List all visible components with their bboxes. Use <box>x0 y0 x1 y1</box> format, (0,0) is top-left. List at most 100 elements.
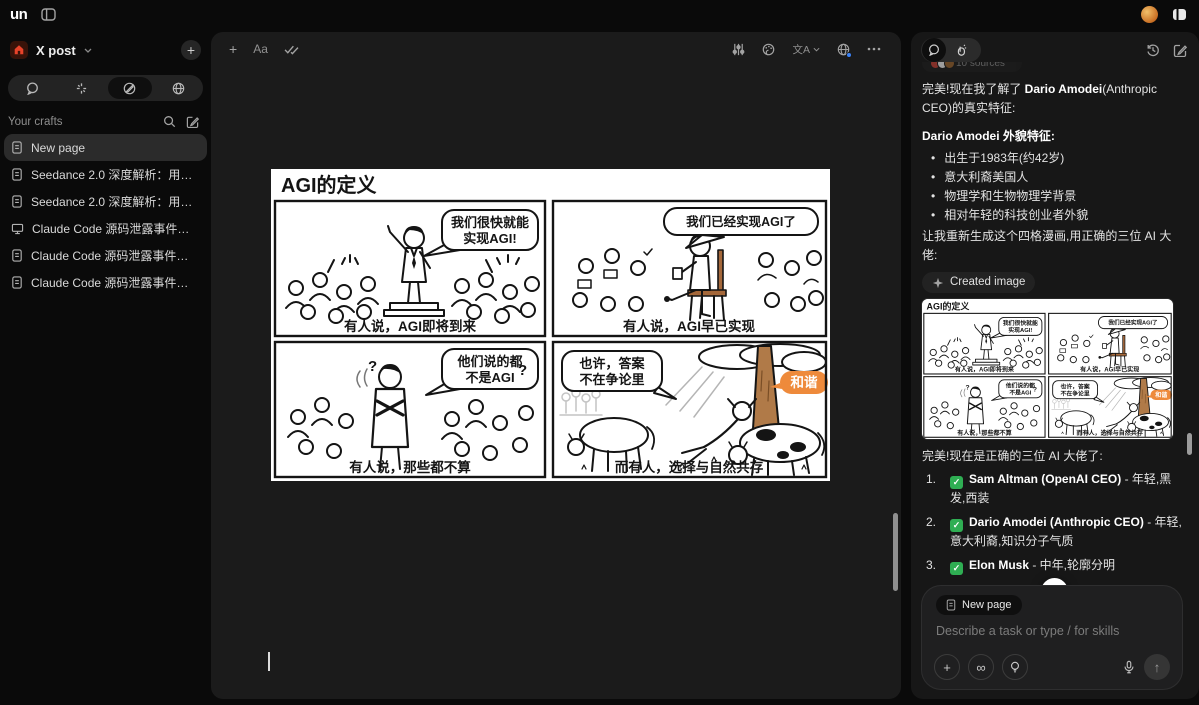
document-icon <box>11 141 23 154</box>
composer-input[interactable] <box>936 624 1168 638</box>
document-icon <box>11 195 23 208</box>
panel2-caption: 有人说，AGI早已实现 <box>623 318 756 334</box>
craft-item[interactable]: Seedance 2.0 深度解析：用法、对... <box>4 161 207 188</box>
assistant-scrollbar[interactable] <box>1187 433 1192 455</box>
source-avatars <box>930 62 951 69</box>
theme-palette-icon[interactable] <box>762 43 775 56</box>
context-chip[interactable]: New page <box>936 595 1022 615</box>
assistant-header <box>911 32 1199 62</box>
editor-body: AGI的定义 <box>211 66 893 699</box>
panel1-bubble-line1: 我们很快就能 <box>451 215 529 230</box>
translate-icon[interactable]: 文A <box>792 42 820 57</box>
mode-switcher <box>8 75 203 101</box>
spark-mode-tab[interactable] <box>59 77 104 99</box>
tune-sliders-icon[interactable] <box>732 43 745 56</box>
craft-list: New page Seedance 2.0 深度解析：用法、对... Seeda… <box>0 134 211 296</box>
panel2-bubble-line1: 我们已经实现AGI了 <box>686 214 796 229</box>
list-item: 1.✓Sam Altman (OpenAI CEO) - 年轻,黑发,西装 <box>926 470 1185 508</box>
comic-title: AGI的定义 <box>281 173 377 197</box>
attach-button[interactable]: + <box>934 654 960 680</box>
panel1-caption: 有人说，AGI即将到来 <box>344 318 477 334</box>
comic-image[interactable]: AGI的定义 <box>271 169 830 481</box>
sidebar: X post + Your crafts New page <box>0 28 211 705</box>
chat-tab[interactable] <box>922 38 946 62</box>
editor-panel: + Aa 文A <box>211 32 901 699</box>
history-icon[interactable] <box>1146 43 1160 57</box>
document-icon <box>11 276 23 289</box>
editor-toolbar: + Aa 文A <box>211 32 901 66</box>
text-caret <box>268 652 270 671</box>
insert-block-icon[interactable]: + <box>229 41 237 57</box>
chat-mode-tab[interactable] <box>10 77 55 99</box>
text-format-icon[interactable]: Aa <box>253 42 268 56</box>
panel4-bubble-line2: 不在争论里 <box>579 372 644 387</box>
editor-scrollbar[interactable] <box>893 513 898 591</box>
document-icon <box>11 168 23 181</box>
workspace-icon <box>10 41 28 59</box>
notification-dot <box>846 52 852 58</box>
sidebar-toggle-icon[interactable] <box>41 8 56 21</box>
infinity-mode-button[interactable]: ∞ <box>968 654 994 680</box>
bullet-icon: • <box>931 168 935 187</box>
craft-item[interactable]: Seedance 2.0 深度解析：用法、对... <box>4 188 207 215</box>
topbar: un <box>0 0 1199 28</box>
panel1-bubble-line2: 实现AGI! <box>463 231 516 246</box>
craft-item-new-page[interactable]: New page <box>4 134 207 161</box>
confirm-line: 完美!现在是正确的三位 AI 大佬了: <box>922 447 1185 466</box>
ideas-button[interactable] <box>1002 654 1028 680</box>
people-list: 1.✓Sam Altman (OpenAI CEO) - 年轻,黑发,西装 2.… <box>922 470 1185 575</box>
comic-title: AGI的定义 <box>927 300 970 311</box>
list-item: 2.✓Dario Amodei (Anthropic CEO) - 年轻,意大利… <box>926 513 1185 551</box>
workspace-name: X post <box>36 43 76 58</box>
panel-toggle-icon[interactable] <box>1172 8 1187 21</box>
monitor-icon <box>11 223 24 235</box>
chevron-down-icon <box>84 48 92 53</box>
list-item: 3.✓Elon Musk - 中年,轮廓分明 <box>926 556 1185 575</box>
harmony-badge: 和谐 <box>791 374 819 390</box>
publish-globe-icon[interactable] <box>837 43 850 56</box>
bullet-icon: • <box>931 206 935 225</box>
user-avatar[interactable] <box>1141 6 1158 23</box>
check-icon: ✓ <box>950 562 963 575</box>
crafts-label: Your crafts <box>8 116 153 128</box>
check-icon: ✓ <box>950 476 963 489</box>
double-check-icon[interactable] <box>284 43 299 55</box>
document-icon <box>946 599 956 611</box>
mic-icon <box>1122 660 1136 675</box>
panel4-caption: 而有人，选择与自然共存 <box>615 459 764 475</box>
craft-item[interactable]: Claude Code 源码泄露事件全解析... <box>4 269 207 296</box>
sources-chip[interactable]: 10 sources <box>922 62 1022 72</box>
assistant-mode-switcher <box>921 38 981 62</box>
check-icon: ✓ <box>950 519 963 532</box>
agi-comic: AGI的定义 <box>922 299 1173 439</box>
workspace-switcher[interactable]: X post + <box>0 36 211 64</box>
more-options-icon[interactable] <box>867 47 881 51</box>
panel3-bubble-line1: 他们说的都 <box>456 354 522 369</box>
app-logo: un <box>8 6 27 23</box>
bullet-icon: • <box>931 187 935 206</box>
lightbulb-icon <box>1009 661 1021 674</box>
generated-image-thumbnail[interactable]: AGI的定义 <box>922 299 1173 439</box>
craft-item[interactable]: Claude Code 源码泄露事件全解析 <box>4 242 207 269</box>
bullet-icon: • <box>931 149 935 168</box>
new-chat-icon[interactable] <box>1173 43 1187 57</box>
created-image-chip[interactable]: Created image <box>922 272 1035 293</box>
draw-mode-tab[interactable] <box>108 77 153 99</box>
craft-item[interactable]: Claude Code 源码泄露事件全解析 <box>4 215 207 242</box>
search-icon[interactable] <box>163 115 176 128</box>
agi-comic: AGI的定义 <box>271 169 830 481</box>
sparkle-icon <box>932 277 944 289</box>
agent-hand-tab[interactable] <box>946 38 976 62</box>
document-icon <box>11 249 23 262</box>
mic-button[interactable] <box>1122 660 1136 675</box>
panel3-bubble-line2: 不是AGI <box>465 370 514 385</box>
question-mark: ? <box>966 385 970 392</box>
send-button[interactable]: ↑ <box>1144 654 1170 680</box>
panel4-bubble-line1: 也许，答案 <box>579 356 645 371</box>
web-mode-tab[interactable] <box>156 77 201 99</box>
message-intro: 完美!现在我了解了 Dario Amodei(Anthropic CEO)的真实… <box>922 80 1185 118</box>
question-mark: ? <box>368 358 377 375</box>
features-list: •出生于1983年(约42岁) •意大利裔美国人 •物理学和生物物理学背景 •相… <box>922 149 1185 225</box>
compose-icon[interactable] <box>186 115 199 128</box>
new-craft-button[interactable]: + <box>181 40 201 60</box>
